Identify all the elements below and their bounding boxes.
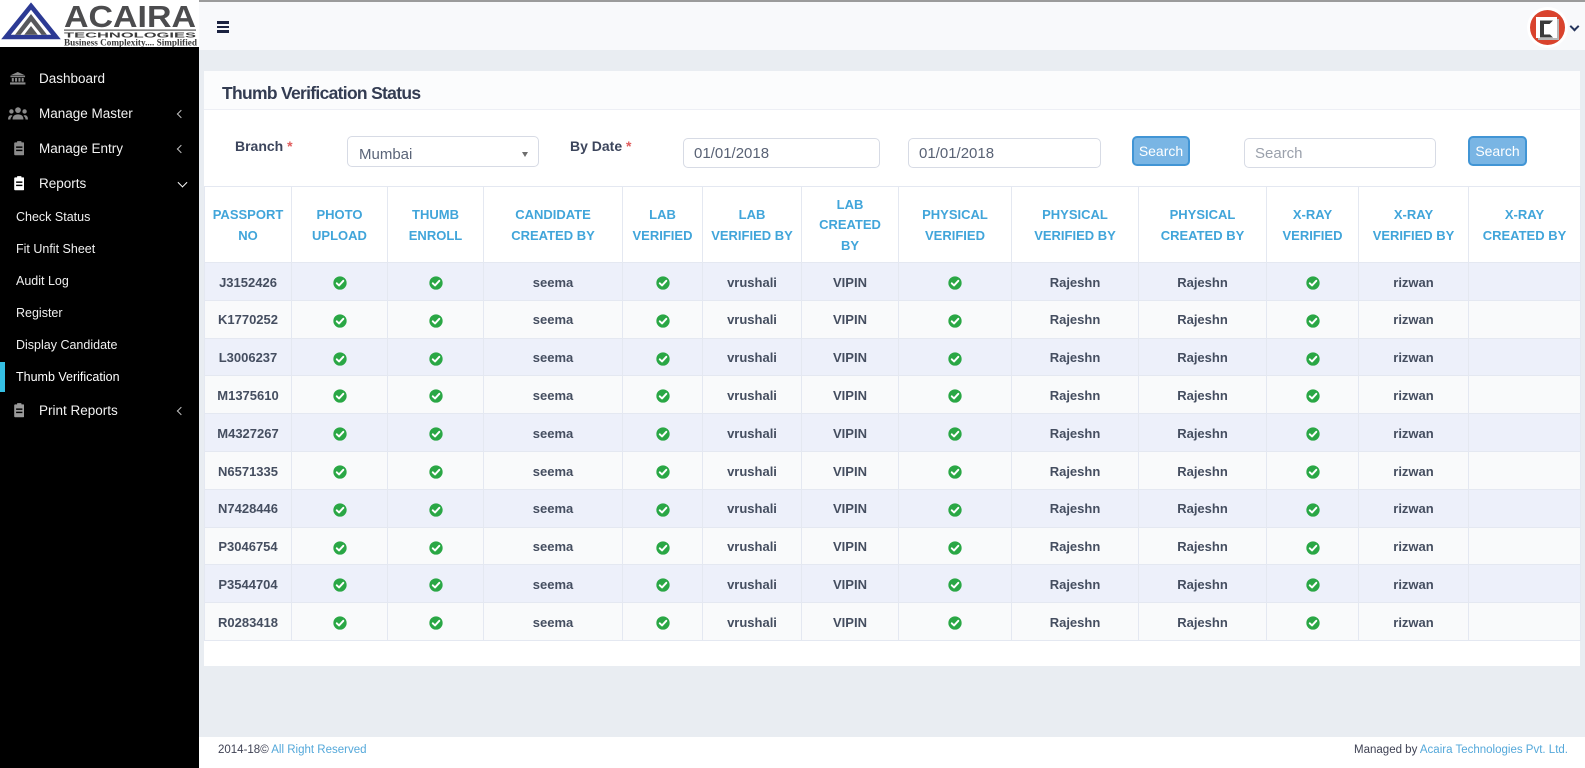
svg-text:Business Complexity.... Simpli: Business Complexity.... Simplified [64, 39, 198, 48]
svg-text:ACAIRA: ACAIRA [64, 0, 196, 34]
